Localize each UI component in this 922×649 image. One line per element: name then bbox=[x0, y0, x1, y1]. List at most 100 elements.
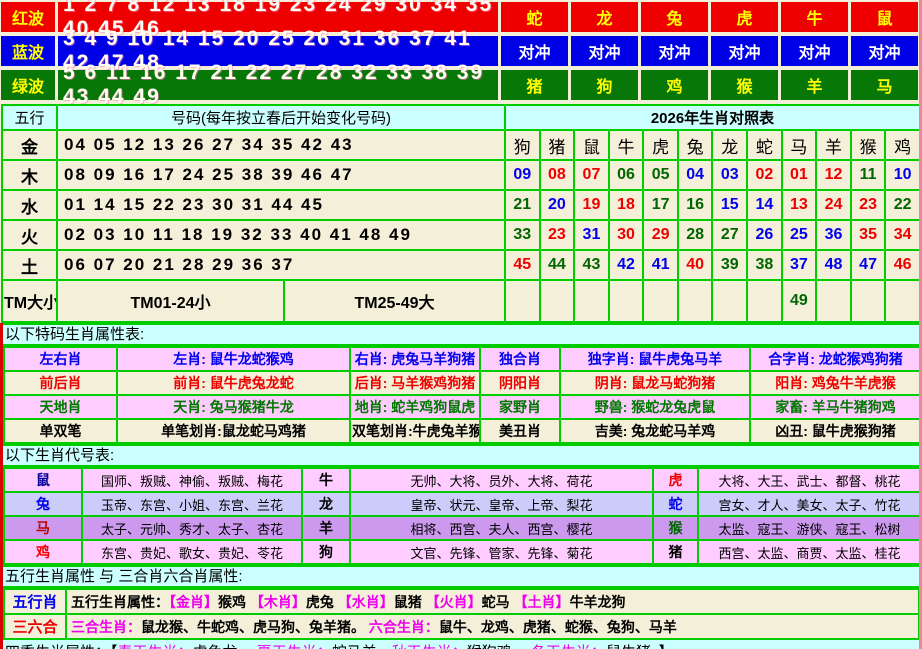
attr-value: 合字肖: 龙蛇猴鸡狗猪 bbox=[750, 347, 921, 371]
wuxing-content: 五行生肖属性：【金肖】猴鸡 【木肖】虎兔 【水肖】鼠猪 【火肖】蛇马 【土肖】牛… bbox=[66, 589, 919, 614]
code-names: 文官、先锋、管家、先锋、菊花 bbox=[350, 540, 653, 564]
attr-value: 右肖: 虎兔马羊狗猪 bbox=[350, 347, 480, 371]
code-names: 宫女、才人、美女、太子、竹花 bbox=[698, 492, 921, 516]
zodiac-label: 羊 bbox=[302, 516, 350, 540]
zodiac-number-cell: 16 bbox=[678, 190, 713, 220]
zodiac-code-table: 鼠 国师、叛贼、神偷、叛贼、梅花 牛 无帅、大将、员外、大将、荷花 虎 大将、大… bbox=[3, 467, 922, 565]
code-names: 皇帝、状元、皇帝、上帝、梨花 bbox=[350, 492, 653, 516]
zodiac-number-cell: 17 bbox=[643, 190, 678, 220]
text-segment: 鼠猪 bbox=[394, 594, 426, 610]
red-wave-zodiac-cell: 龙 bbox=[571, 2, 638, 32]
lower-sections: 以下特码生肖属性表: 左右肖 左肖: 鼠牛龙蛇猴鸡 右肖: 虎兔马羊狗猪 独合肖… bbox=[0, 323, 919, 649]
zodiac-header-cell: 羊 bbox=[816, 130, 851, 160]
attr-value: 左肖: 鼠牛龙蛇猴鸡 bbox=[117, 347, 350, 371]
zodiac-number-cell: 22 bbox=[885, 190, 920, 220]
code-names: 玉帝、东宫、小姐、东宫、兰花 bbox=[82, 492, 302, 516]
attr-value: 阴肖: 鼠龙马蛇狗猪 bbox=[560, 371, 750, 395]
zodiac-number-cell: 06 bbox=[609, 160, 644, 190]
element-label: 火 bbox=[2, 220, 57, 250]
section-title-code-names: 以下生肖代号表: bbox=[3, 444, 919, 467]
zodiac-label: 牛 bbox=[302, 468, 350, 492]
zodiac-number-cell: 12 bbox=[816, 160, 851, 190]
text-segment: 蛇马 bbox=[482, 594, 514, 610]
tm-zodiac-cell bbox=[851, 280, 886, 322]
code-row: 鼠 国师、叛贼、神偷、叛贼、梅花 牛 无帅、大将、员外、大将、荷花 虎 大将、大… bbox=[4, 468, 921, 492]
tm-zodiac-cell: 49 bbox=[782, 280, 817, 322]
code-names: 太监、寇王、游侠、寇王、松树 bbox=[698, 516, 921, 540]
zodiac-number-cell: 11 bbox=[851, 160, 886, 190]
clash-cell: 对冲 bbox=[571, 36, 638, 66]
zodiac-label: 猴 bbox=[653, 516, 698, 540]
element-row-gold: 金 04 05 12 13 26 27 34 35 42 43 狗猪鼠牛虎兔龙蛇… bbox=[2, 130, 920, 160]
wuxing-row: 五行肖 五行生肖属性：【金肖】猴鸡 【木肖】虎兔 【水肖】鼠猪 【火肖】蛇马 【… bbox=[4, 589, 919, 614]
zodiac-number-cell: 36 bbox=[816, 220, 851, 250]
zodiac-number-cell: 26 bbox=[747, 220, 782, 250]
text-segment: 三合生肖： bbox=[71, 619, 141, 635]
clash-cell: 对冲 bbox=[501, 36, 568, 66]
zodiac-number-cell: 34 bbox=[885, 220, 920, 250]
element-row-fire: 火 02 03 10 11 18 19 32 33 40 41 48 49 33… bbox=[2, 220, 920, 250]
zodiac-attribute-table: 左右肖 左肖: 鼠牛龙蛇猴鸡 右肖: 虎兔马羊狗猪 独合肖 独字肖: 鼠牛虎兔马… bbox=[3, 346, 922, 444]
tm-zodiac-cell bbox=[678, 280, 713, 322]
attr-row-sky-earth: 天地肖 天肖: 兔马猴猪牛龙 地肖: 蛇羊鸡狗鼠虎 家野肖 野兽: 猴蛇龙兔虎鼠… bbox=[4, 395, 921, 419]
wuxing-label: 五行肖 bbox=[4, 589, 66, 614]
wave-row-green: 绿波 5 6 11 16 17 21 22 27 28 32 33 38 39 … bbox=[1, 70, 918, 100]
attr-value: 阳肖: 鸡兔牛羊虎猴 bbox=[750, 371, 921, 395]
element-label: 水 bbox=[2, 190, 57, 220]
zodiac-reference-page: 红波 1 2 7 8 12 13 18 19 23 24 29 30 34 35… bbox=[0, 0, 922, 649]
green-wave-zodiac-cell: 猪 bbox=[501, 70, 568, 100]
zodiac-number-cell: 03 bbox=[712, 160, 747, 190]
zodiac-number-cell: 45 bbox=[505, 250, 540, 280]
zodiac-label: 蛇 bbox=[653, 492, 698, 516]
tm-zodiac-cell bbox=[643, 280, 678, 322]
text-segment: 鼠龙猴、牛蛇鸡、虎马狗、兔羊猪。 bbox=[141, 619, 369, 635]
clash-cell: 对冲 bbox=[711, 36, 778, 66]
tm-zodiac-cell bbox=[540, 280, 575, 322]
code-names: 相将、西宫、夫人、西宫、樱花 bbox=[350, 516, 653, 540]
attr-value: 天肖: 兔马猴猪牛龙 bbox=[117, 395, 350, 419]
text-segment: 猴狗鸡， bbox=[467, 644, 531, 649]
element-row-water: 水 01 14 15 22 23 30 31 44 45 21201918171… bbox=[2, 190, 920, 220]
code-row: 鸡 东宫、贵妃、歌女、贵妃、苓花 狗 文官、先锋、管家、先锋、菊花 猪 西宫、太… bbox=[4, 540, 921, 564]
green-wave-zodiac-cell: 马 bbox=[851, 70, 918, 100]
clash-cell: 对冲 bbox=[641, 36, 708, 66]
attr-value: 单笔划肖:鼠龙蛇马鸡猪 bbox=[117, 419, 350, 443]
green-wave-zodiac-cell: 羊 bbox=[781, 70, 848, 100]
zodiac-header-cell: 蛇 bbox=[747, 130, 782, 160]
zodiac-number-cell: 44 bbox=[540, 250, 575, 280]
zodiac-number-cell: 19 bbox=[574, 190, 609, 220]
seasons-attribute-row: 四季生肖属性：【春天生肖：虎兔龙， 夏天生肖：蛇马羊，秋天生肖：猴狗鸡， 冬天生… bbox=[3, 640, 919, 649]
attr-value: 独字肖: 鼠牛虎兔马羊 bbox=[560, 347, 750, 371]
tm-zodiac-cell bbox=[885, 280, 920, 322]
attr-label: 左右肖 bbox=[4, 347, 117, 371]
text-segment: 六合生肖： bbox=[369, 619, 439, 635]
zodiac-number-cell: 01 bbox=[782, 160, 817, 190]
zodiac-number-cell: 38 bbox=[747, 250, 782, 280]
text-segment: 春天生肖： bbox=[118, 644, 193, 649]
element-numbers: 08 09 16 17 24 25 38 39 46 47 bbox=[57, 160, 505, 190]
red-wave-zodiac-cell: 兔 bbox=[641, 2, 708, 32]
zodiac-number-cell: 37 bbox=[782, 250, 817, 280]
main-zodiac-table: 五行 号码(每年按立春后开始变化号码) 2026年生肖对照表 金 04 05 1… bbox=[1, 104, 921, 323]
zodiac-number-cell: 27 bbox=[712, 220, 747, 250]
code-names: 太子、元帅、秀才、太子、杏花 bbox=[82, 516, 302, 540]
zodiac-number-cell: 13 bbox=[782, 190, 817, 220]
text-segment: 牛羊龙狗 bbox=[570, 594, 626, 610]
text-segment: 【木肖】 bbox=[250, 594, 306, 610]
clash-cell: 对冲 bbox=[851, 36, 918, 66]
tm-size-label: TM大小 bbox=[2, 280, 57, 322]
attr-label: 前后肖 bbox=[4, 371, 117, 395]
tm-zodiac-cell bbox=[712, 280, 747, 322]
zodiac-number-cell: 02 bbox=[747, 160, 782, 190]
code-row: 马 太子、元帅、秀才、太子、杏花 羊 相将、西宫、夫人、西宫、樱花 猴 太监、寇… bbox=[4, 516, 921, 540]
zodiac-number-cell: 29 bbox=[643, 220, 678, 250]
zodiac-header-cell: 马 bbox=[782, 130, 817, 160]
tm-zodiac-cell bbox=[747, 280, 782, 322]
zodiac-number-cell: 40 bbox=[678, 250, 713, 280]
sanliuhe-row: 三六合 三合生肖：鼠龙猴、牛蛇鸡、虎马狗、兔羊猪。 六合生肖：鼠牛、龙鸡、虎猪、… bbox=[4, 614, 919, 639]
text-segment: 五行生肖属性： bbox=[71, 594, 169, 610]
zodiac-header-cell: 猪 bbox=[540, 130, 575, 160]
zodiac-number-cell: 48 bbox=[816, 250, 851, 280]
attr-row-front-back: 前后肖 前肖: 鼠牛虎兔龙蛇 后肖: 马羊猴鸡狗猪 阴阳肖 阴肖: 鼠龙马蛇狗猪… bbox=[4, 371, 921, 395]
zodiac-number-cell: 46 bbox=[885, 250, 920, 280]
